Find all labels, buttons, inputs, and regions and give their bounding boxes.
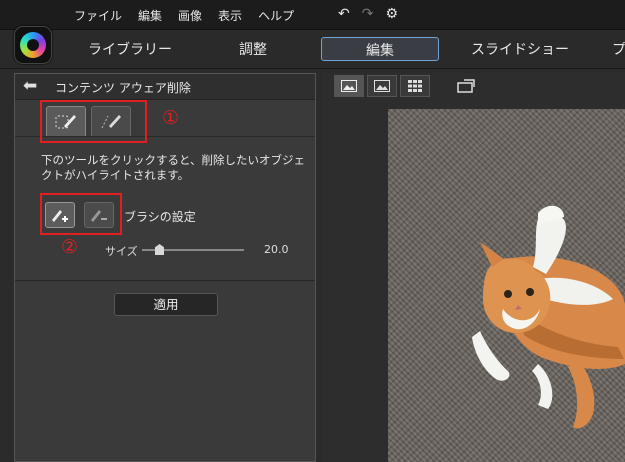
nav-library[interactable]: ライブラリー — [88, 39, 172, 59]
view-grid-button[interactable] — [400, 75, 430, 97]
cat-photo — [472, 205, 625, 429]
menu-help[interactable]: ヘルプ — [258, 7, 294, 24]
photo-viewer — [322, 73, 625, 462]
size-value: 20.0 — [264, 243, 289, 256]
brush-settings-label: ブラシの設定 — [124, 210, 196, 224]
menu-view[interactable]: 表示 — [218, 7, 242, 24]
top-icons: ↶ ↷ ⚙ — [338, 6, 410, 22]
image-compare-icon — [341, 80, 357, 92]
size-slider-thumb[interactable] — [155, 244, 164, 255]
panel-divider — [15, 280, 315, 281]
gear-icon[interactable]: ⚙ — [385, 6, 398, 22]
menu: ファイル 編集 画像 表示 ヘルプ — [74, 7, 310, 24]
redo-icon[interactable]: ↷ — [362, 6, 374, 22]
marker-2: ② — [61, 236, 79, 258]
menu-edit[interactable]: 編集 — [138, 7, 162, 24]
menu-bar: ファイル 編集 画像 表示 ヘルプ ↶ ↷ ⚙ — [0, 0, 625, 30]
grid-icon — [408, 80, 422, 92]
panel-header: ⬅ コンテンツ アウェア削除 — [15, 74, 315, 100]
nav-adjust[interactable]: 調整 — [239, 39, 267, 59]
marker-1: ① — [162, 107, 180, 129]
nav-cut[interactable]: プ — [612, 39, 625, 59]
rotate-monitor-icon[interactable] — [456, 77, 478, 99]
menu-file[interactable]: ファイル — [74, 7, 122, 24]
undo-icon[interactable]: ↶ — [338, 6, 350, 22]
view-compare-button[interactable] — [334, 75, 364, 97]
image-icon — [374, 80, 390, 92]
content-aware-panel: ⬅ コンテンツ アウェア削除 ① 下のツールをクリックすると、削除したいオブジェ… — [14, 73, 316, 462]
nav-edit[interactable]: 編集 — [321, 37, 439, 61]
highlight-box-1 — [40, 100, 147, 143]
back-arrow-icon[interactable]: ⬅ — [23, 76, 37, 96]
highlight-box-2 — [40, 193, 122, 235]
menu-image[interactable]: 画像 — [178, 7, 202, 24]
nav-slideshow[interactable]: スライドショー — [471, 39, 569, 59]
main-nav: ライブラリー 調整 編集 スライドショー プ — [0, 31, 625, 69]
view-single-button[interactable] — [367, 75, 397, 97]
apply-button[interactable]: 適用 — [114, 293, 218, 316]
panel-title: コンテンツ アウェア削除 — [55, 81, 191, 95]
app-logo-icon — [14, 26, 52, 64]
panel-description: 下のツールをクリックすると、削除したいオブジェクトがハイライトされます。 — [41, 153, 306, 182]
edit-photo[interactable] — [388, 109, 625, 462]
size-label: サイズ — [105, 245, 138, 258]
